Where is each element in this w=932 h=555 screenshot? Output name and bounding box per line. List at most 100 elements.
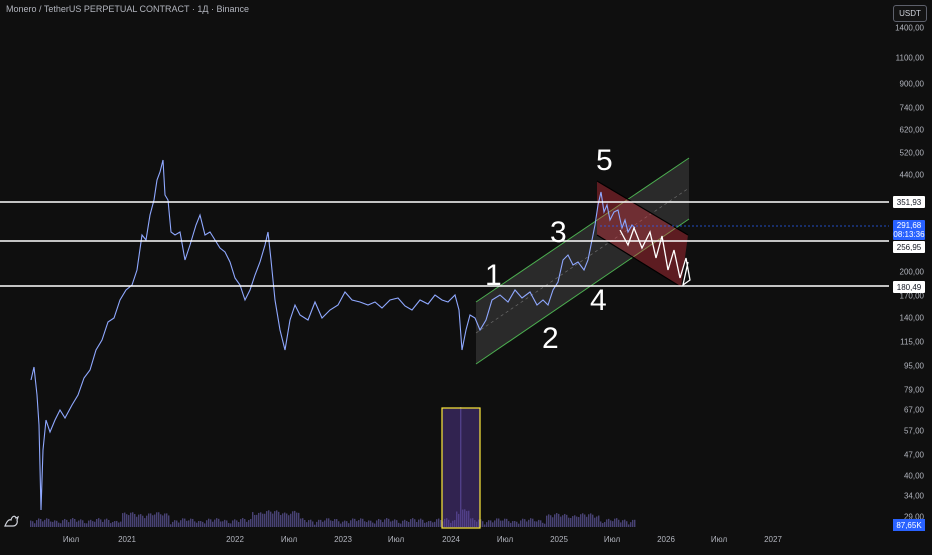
volume-label: 87,65K [893, 519, 925, 531]
volume-bar [168, 515, 170, 527]
volume-bar [634, 519, 636, 527]
volume-bar [350, 520, 352, 527]
time-tick: Июл [496, 535, 514, 544]
volume-bar [434, 521, 436, 527]
volume-bar [158, 512, 160, 527]
volume-bar [556, 513, 558, 527]
volume-bar [588, 514, 590, 527]
volume-bar [182, 518, 184, 527]
volume-highlight-box [441, 407, 481, 529]
volume-bar [296, 512, 298, 527]
volume-bar [176, 520, 178, 527]
volume-bar [436, 519, 438, 527]
volume-bar [368, 520, 370, 527]
volume-bar [522, 518, 524, 527]
price-tick: 900,00 [899, 79, 924, 89]
volume-bar [346, 521, 348, 527]
volume-bar [84, 523, 86, 527]
volume-bar [394, 519, 396, 527]
volume-bar [256, 514, 258, 527]
volume-bar [40, 518, 42, 527]
volume-bar [224, 519, 226, 527]
volume-bar [510, 522, 512, 527]
volume-bar [196, 522, 198, 527]
volume-bar [56, 520, 58, 527]
volume-bar [336, 519, 338, 527]
volume-bar [364, 521, 366, 527]
volume-bar [288, 515, 290, 527]
level-label-mid: 256,95 [893, 241, 925, 253]
volume-bar [356, 521, 358, 527]
current-price-value: 291,68 [896, 221, 922, 230]
volume-bar [604, 521, 606, 527]
volume-bar [46, 518, 48, 527]
tradingview-logo-icon[interactable] [4, 513, 20, 527]
volume-bar [66, 519, 68, 527]
volume-bar [300, 518, 302, 527]
volume-bar [88, 520, 90, 527]
chart-canvas[interactable]: 1 2 3 4 5 Monero / TetherUS PERPETUAL CONTRA… [0, 0, 932, 550]
volume-bar [500, 520, 502, 527]
volume-bar [580, 514, 582, 527]
price-tick: 140,00 [899, 313, 924, 323]
volume-bar [626, 521, 628, 527]
time-axis[interactable]: Июл 2021 2022 Июл 2023 Июл 2024 Июл 2025 Июл 2026 И… [0, 530, 889, 550]
volume-bar [340, 523, 342, 527]
volume-bar [222, 521, 224, 527]
volume-bar [262, 513, 264, 527]
volume-bar [130, 512, 132, 527]
volume-bar [228, 523, 230, 527]
price-axis[interactable]: 1400,00 1100,00 900,00 740,00 620,00 520,00 44… [889, 0, 932, 530]
volume-bar [48, 518, 50, 527]
volume-bar [178, 522, 180, 527]
price-tick: 34,00 [903, 491, 924, 501]
volume-bar [120, 521, 122, 527]
volume-bar [192, 518, 194, 527]
volume-bar [348, 523, 350, 527]
volume-bar [154, 514, 156, 527]
volume-bar [58, 522, 60, 527]
volume-bar [202, 521, 204, 527]
volume-bar [424, 522, 426, 527]
volume-bar [316, 521, 318, 527]
volume-bar [552, 517, 554, 527]
volume-bar [312, 521, 314, 527]
volume-bar [290, 513, 292, 527]
volume-bar [280, 514, 282, 527]
time-tick: Июл [603, 535, 621, 544]
volume-bar [68, 522, 70, 527]
price-tick: 67,00 [903, 405, 924, 415]
volume-bar [592, 514, 594, 527]
volume-bar [520, 520, 522, 527]
volume-bar [90, 519, 92, 527]
volume-bar [524, 519, 526, 527]
volume-bar [140, 514, 142, 527]
volume-bar [98, 518, 100, 527]
volume-bar [558, 513, 560, 527]
time-tick: Июл [387, 535, 405, 544]
volume-bar [600, 521, 602, 527]
volume-bar [270, 511, 272, 527]
currency-button[interactable]: USDT [893, 5, 927, 22]
volume-bar [50, 521, 52, 527]
volume-bar [216, 518, 218, 527]
volume-bar [578, 517, 580, 527]
current-price-label: 291,68 08:13:36 [893, 220, 925, 240]
volume-bar [36, 520, 38, 527]
volume-bar [150, 513, 152, 527]
volume-bar [232, 520, 234, 527]
volume-bar [184, 518, 186, 527]
volume-bar [314, 524, 316, 527]
volume-bar [294, 510, 296, 527]
chart-plot[interactable]: 1 2 3 4 5 [0, 0, 932, 550]
volume-bar [630, 522, 632, 527]
volume-bar [258, 512, 260, 527]
volume-bar [484, 524, 486, 527]
price-tick: 57,00 [903, 426, 924, 436]
volume-bar [248, 520, 250, 527]
volume-bar [432, 522, 434, 527]
volume-bar [38, 518, 40, 527]
volume-bar [334, 519, 336, 527]
volume-bar [428, 521, 430, 527]
volume-bar [512, 521, 514, 527]
